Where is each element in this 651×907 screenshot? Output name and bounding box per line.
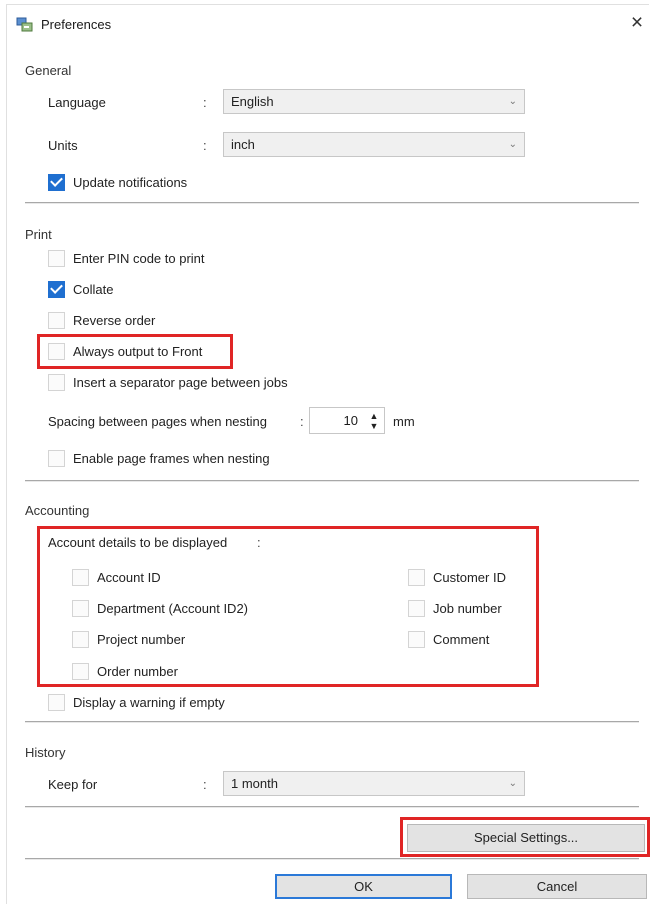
pin-code-checkbox[interactable] xyxy=(48,249,65,267)
collate-checkbox[interactable] xyxy=(48,280,65,298)
spacing-stepper[interactable]: 10 ▲ ▼ xyxy=(309,407,385,434)
stepper-arrows-icon[interactable]: ▲ ▼ xyxy=(368,411,380,431)
project-number-option[interactable]: Project number xyxy=(72,629,185,649)
page-frames-label: Enable page frames when nesting xyxy=(73,450,270,466)
spacing-colon: : xyxy=(300,414,304,429)
chevron-down-icon: ⌄ xyxy=(508,778,517,789)
keep-for-value: 1 month xyxy=(231,776,278,791)
update-notifications-option[interactable]: Update notifications xyxy=(48,172,187,192)
spacing-unit: mm xyxy=(393,414,415,429)
preferences-app-icon xyxy=(16,17,33,32)
history-heading: History xyxy=(25,745,66,760)
page-frames-option[interactable]: Enable page frames when nesting xyxy=(48,448,270,468)
project-number-label: Project number xyxy=(97,631,186,647)
language-value: English xyxy=(231,94,274,109)
keep-for-label: Keep for xyxy=(48,777,98,792)
account-details-colon: : xyxy=(257,535,261,550)
language-label: Language xyxy=(48,95,106,110)
account-id-label: Account ID xyxy=(97,569,161,585)
job-number-checkbox[interactable] xyxy=(408,599,425,617)
update-notifications-checkbox[interactable] xyxy=(48,173,65,191)
spacing-value: 10 xyxy=(343,413,358,428)
account-id-checkbox[interactable] xyxy=(72,568,89,586)
job-number-option[interactable]: Job number xyxy=(408,598,502,618)
update-notifications-label: Update notifications xyxy=(73,174,188,190)
units-label: Units xyxy=(48,138,78,153)
units-colon: : xyxy=(203,138,207,153)
job-number-label: Job number xyxy=(433,600,502,616)
cancel-button[interactable]: Cancel xyxy=(467,874,647,899)
print-divider xyxy=(25,480,639,482)
comment-option[interactable]: Comment xyxy=(408,629,489,649)
reverse-order-option[interactable]: Reverse order xyxy=(48,310,155,330)
comment-checkbox[interactable] xyxy=(408,630,425,648)
collate-option[interactable]: Collate xyxy=(48,279,113,299)
customer-id-checkbox[interactable] xyxy=(408,568,425,586)
reverse-order-checkbox[interactable] xyxy=(48,311,65,329)
special-settings-highlight xyxy=(400,817,650,857)
page-frames-checkbox[interactable] xyxy=(48,449,65,467)
close-icon[interactable]: × xyxy=(625,9,649,37)
pin-code-option[interactable]: Enter PIN code to print xyxy=(48,248,205,268)
separator-page-label: Insert a separator page between jobs xyxy=(73,374,288,390)
customer-id-label: Customer ID xyxy=(433,569,506,585)
language-colon: : xyxy=(203,95,207,110)
preferences-dialog: Preferences × General Language : English… xyxy=(6,4,650,904)
department-checkbox[interactable] xyxy=(72,599,89,617)
buttons-divider xyxy=(25,858,639,860)
accounting-heading: Accounting xyxy=(25,503,90,518)
always-output-front-highlight xyxy=(37,334,233,369)
comment-label: Comment xyxy=(433,631,490,647)
print-heading: Print xyxy=(25,227,52,242)
chevron-down-icon: ⌄ xyxy=(508,96,517,107)
general-divider xyxy=(25,202,639,204)
collate-label: Collate xyxy=(73,281,114,297)
language-select[interactable]: English ⌄ xyxy=(223,89,525,114)
order-number-option[interactable]: Order number xyxy=(72,661,178,681)
accounting-divider xyxy=(25,721,639,723)
warning-empty-checkbox[interactable] xyxy=(48,693,65,711)
keep-for-colon: : xyxy=(203,777,207,792)
spacing-label: Spacing between pages when nesting xyxy=(48,414,267,429)
chevron-down-icon: ⌄ xyxy=(508,139,517,150)
pin-code-label: Enter PIN code to print xyxy=(73,250,205,266)
history-divider xyxy=(25,806,639,808)
warning-empty-label: Display a warning if empty xyxy=(73,694,225,710)
order-number-label: Order number xyxy=(97,663,178,679)
units-select[interactable]: inch ⌄ xyxy=(223,132,525,157)
warning-empty-option[interactable]: Display a warning if empty xyxy=(48,692,225,712)
ok-button[interactable]: OK xyxy=(275,874,452,899)
department-option[interactable]: Department (Account ID2) xyxy=(72,598,248,618)
general-heading: General xyxy=(25,63,72,78)
account-details-label: Account details to be displayed xyxy=(48,535,228,550)
keep-for-select[interactable]: 1 month ⌄ xyxy=(223,771,525,796)
units-value: inch xyxy=(231,137,255,152)
project-number-checkbox[interactable] xyxy=(72,630,89,648)
dialog-title: Preferences xyxy=(41,17,112,32)
customer-id-option[interactable]: Customer ID xyxy=(408,567,506,587)
reverse-order-label: Reverse order xyxy=(73,312,156,328)
order-number-checkbox[interactable] xyxy=(72,662,89,680)
department-label: Department (Account ID2) xyxy=(97,600,249,616)
separator-page-checkbox[interactable] xyxy=(48,373,65,391)
account-id-option[interactable]: Account ID xyxy=(72,567,161,587)
separator-page-option[interactable]: Insert a separator page between jobs xyxy=(48,372,288,392)
